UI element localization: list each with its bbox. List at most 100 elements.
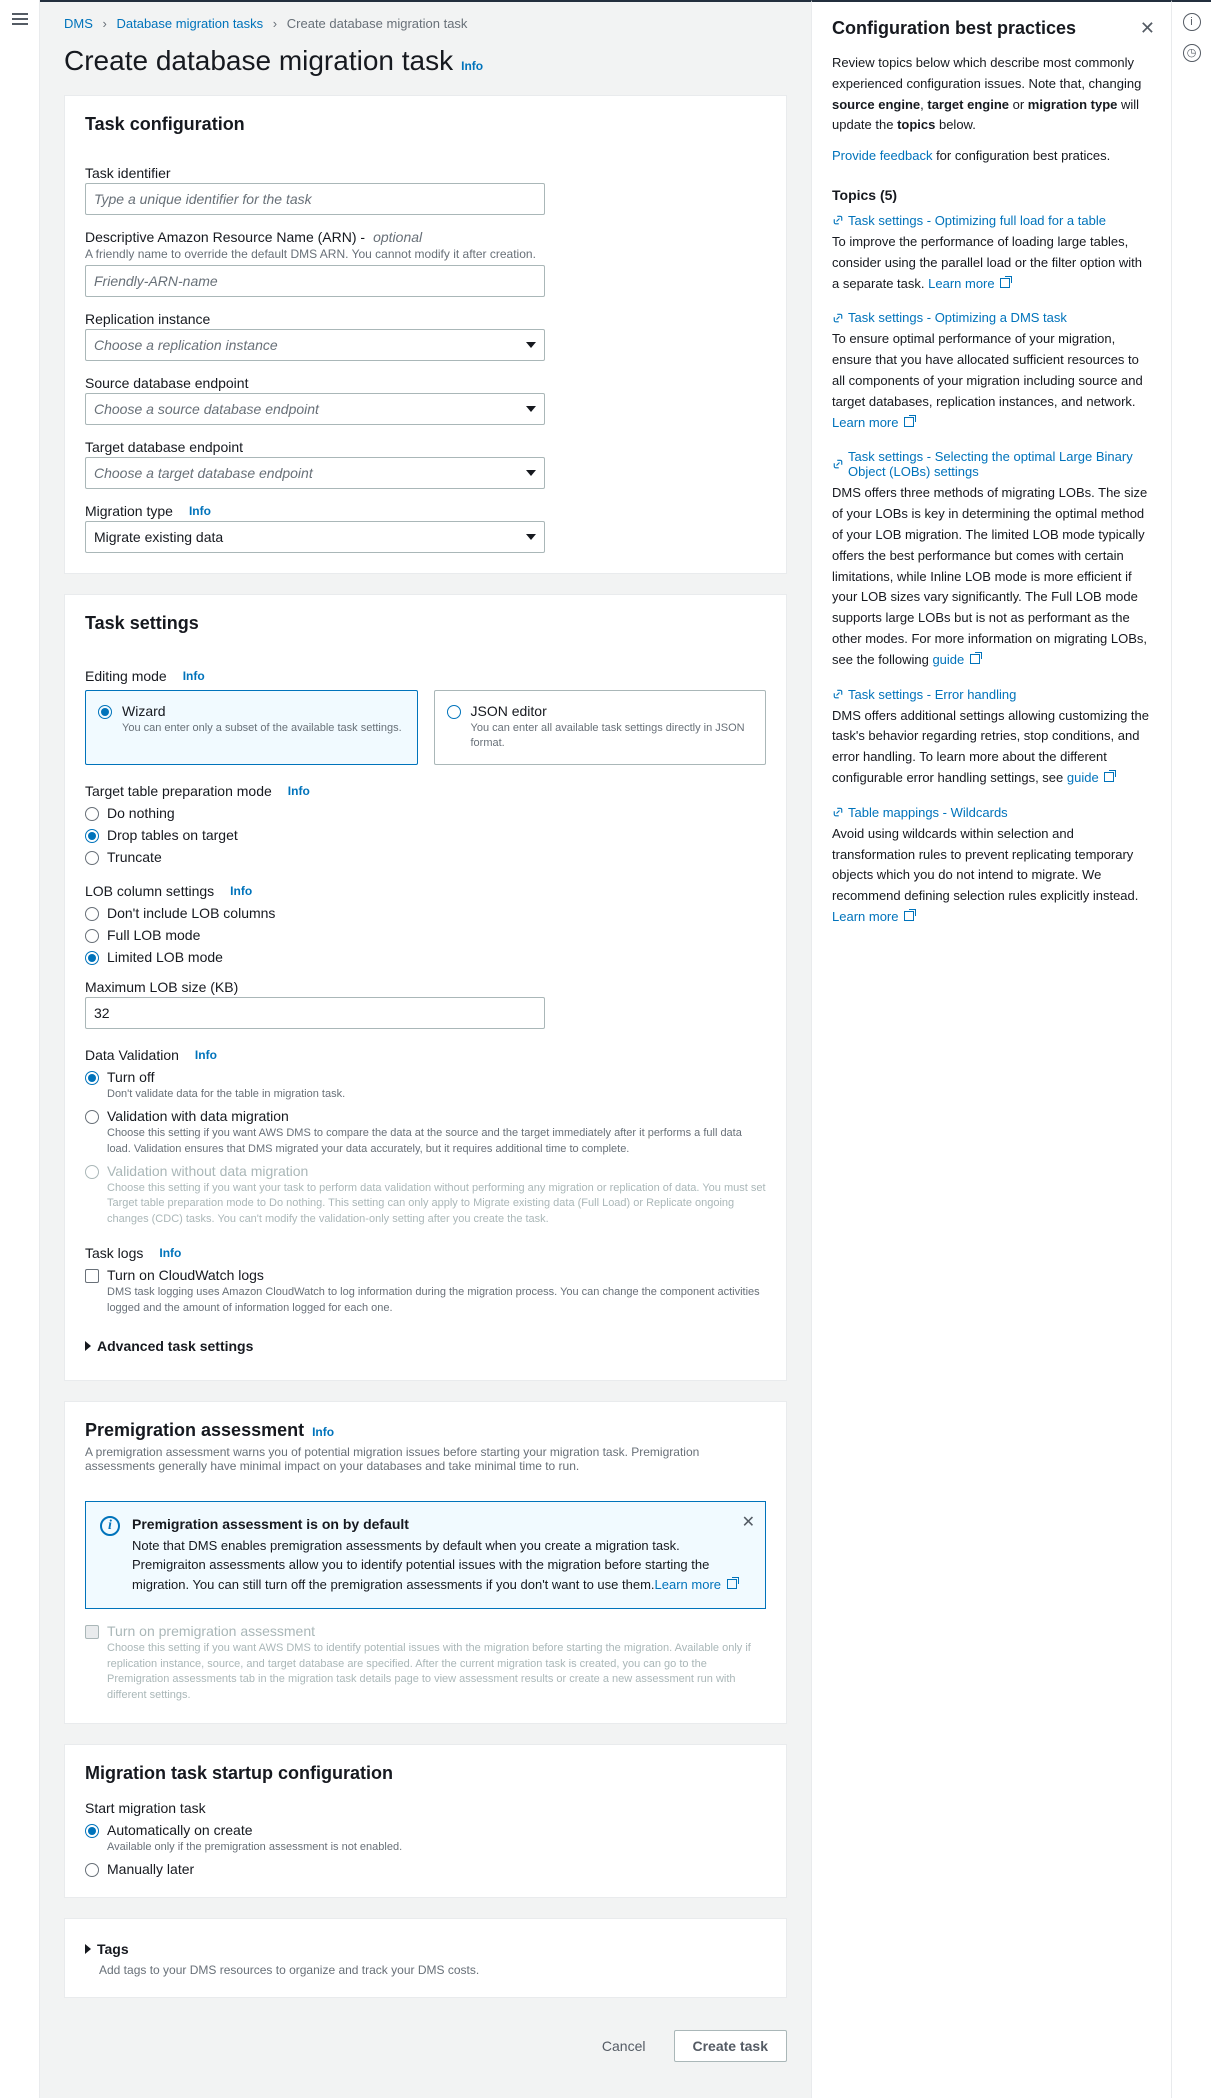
- migration-type-info[interactable]: Info: [189, 504, 211, 518]
- tile-wizard-title: Wizard: [122, 703, 403, 719]
- migration-type-label: Migration typeInfo: [85, 503, 766, 519]
- replication-instance-label: Replication instance: [85, 311, 766, 327]
- tile-wizard[interactable]: Wizard You can enter only a subset of th…: [85, 690, 418, 765]
- prep-mode-label: Target table preparation modeInfo: [85, 783, 766, 799]
- lob-settings-info[interactable]: Info: [230, 884, 252, 898]
- cancel-button[interactable]: Cancel: [584, 2030, 664, 2062]
- premigration-info[interactable]: Info: [312, 1425, 334, 1439]
- task-settings-heading: Task settings: [85, 613, 766, 634]
- panel-tags: Tags Add tags to your DMS resources to o…: [64, 1918, 787, 1998]
- task-identifier-input[interactable]: [85, 183, 545, 215]
- link-icon: [832, 688, 844, 700]
- page-title: Create database migration taskInfo: [64, 45, 787, 77]
- tags-toggle[interactable]: Tags: [85, 1935, 766, 1963]
- radio-manually-later[interactable]: Manually later: [85, 1861, 766, 1877]
- task-logs-label: Task logsInfo: [85, 1245, 766, 1261]
- lob-settings-label: LOB column settingsInfo: [85, 883, 766, 899]
- arn-desc: A friendly name to override the default …: [85, 247, 766, 261]
- max-lob-input[interactable]: [85, 997, 545, 1029]
- radio-auto-create[interactable]: Automatically on createAvailable only if…: [85, 1822, 766, 1855]
- tags-sub: Add tags to your DMS resources to organi…: [99, 1963, 766, 1977]
- help-topic-link[interactable]: Task settings - Optimizing a DMS task: [832, 310, 1151, 325]
- link-icon: [832, 458, 844, 470]
- tile-json-title: JSON editor: [471, 703, 752, 719]
- target-endpoint-label: Target database endpoint: [85, 439, 766, 455]
- external-link-icon: [904, 911, 914, 921]
- breadcrumb-tasks[interactable]: Database migration tasks: [116, 16, 263, 31]
- help-intro: Review topics below which describe most …: [832, 53, 1151, 136]
- help-topics-heading: Topics (5): [832, 187, 1151, 203]
- radio-full-lob[interactable]: Full LOB mode: [85, 927, 766, 943]
- panel-startup: Migration task startup configuration Sta…: [64, 1744, 787, 1898]
- target-endpoint-select[interactable]: Choose a target database endpoint: [85, 457, 545, 489]
- learn-more-link[interactable]: Learn more: [832, 415, 898, 430]
- radio-validation-off[interactable]: Turn offDon't validate data for the tabl…: [85, 1069, 766, 1102]
- link-icon: [832, 312, 844, 324]
- arn-label: Descriptive Amazon Resource Name (ARN) -…: [85, 229, 766, 245]
- close-icon[interactable]: ✕: [742, 1512, 755, 1532]
- radio-validation-without: Validation without data migrationChoose …: [85, 1163, 766, 1227]
- radio-truncate[interactable]: Truncate: [85, 849, 766, 865]
- radio-icon: [447, 705, 461, 719]
- premigration-sub: A premigration assessment warns you of p…: [85, 1445, 766, 1473]
- external-link-icon: [1000, 278, 1010, 288]
- radio-drop-tables[interactable]: Drop tables on target: [85, 827, 766, 843]
- start-task-label: Start migration task: [85, 1800, 766, 1816]
- help-topic-link[interactable]: Table mappings - Wildcards: [832, 805, 1151, 820]
- chevron-down-icon: [526, 470, 536, 476]
- learn-more-link[interactable]: Learn more: [832, 909, 898, 924]
- external-link-icon: [970, 654, 980, 664]
- checkbox-cloudwatch-logs[interactable]: Turn on CloudWatch logsDMS task logging …: [85, 1267, 766, 1316]
- tile-json-editor[interactable]: JSON editor You can enter all available …: [434, 690, 767, 765]
- startup-heading: Migration task startup configuration: [85, 1763, 766, 1784]
- alert-title: Premigration assessment is on by default: [132, 1516, 751, 1532]
- chevron-down-icon: [526, 534, 536, 540]
- help-topic-link[interactable]: Task settings - Error handling: [832, 687, 1151, 702]
- help-topic-body: To improve the performance of loading la…: [832, 232, 1151, 294]
- panel-premigration: Premigration assessment Info A premigrati…: [64, 1401, 787, 1724]
- advanced-settings-toggle[interactable]: Advanced task settings: [85, 1332, 766, 1360]
- source-endpoint-select[interactable]: Choose a source database endpoint: [85, 393, 545, 425]
- replication-instance-select[interactable]: Choose a replication instance: [85, 329, 545, 361]
- page-info-link[interactable]: Info: [461, 59, 483, 73]
- data-validation-info[interactable]: Info: [195, 1048, 217, 1062]
- radio-limited-lob[interactable]: Limited LOB mode: [85, 949, 766, 965]
- alert-body: Note that DMS enables premigration asses…: [132, 1536, 751, 1595]
- link-icon: [832, 806, 844, 818]
- help-topic-link[interactable]: Task settings - Selecting the optimal La…: [832, 449, 1151, 479]
- breadcrumb-current: Create database migration task: [287, 16, 468, 31]
- max-lob-label: Maximum LOB size (KB): [85, 979, 766, 995]
- provide-feedback-link[interactable]: Provide feedback: [832, 148, 932, 163]
- chevron-right-icon: [85, 1341, 91, 1351]
- migration-type-select[interactable]: Migrate existing data: [85, 521, 545, 553]
- chevron-down-icon: [526, 342, 536, 348]
- learn-more-link[interactable]: guide: [932, 652, 964, 667]
- breadcrumb-dms[interactable]: DMS: [64, 16, 93, 31]
- help-topic-link[interactable]: Task settings - Optimizing full load for…: [832, 213, 1151, 228]
- learn-more-link[interactable]: Learn more: [655, 1577, 737, 1592]
- data-validation-label: Data ValidationInfo: [85, 1047, 766, 1063]
- help-topic-body: DMS offers three methods of migrating LO…: [832, 483, 1151, 670]
- create-task-button[interactable]: Create task: [674, 2030, 788, 2062]
- prep-mode-info[interactable]: Info: [288, 784, 310, 798]
- radio-no-lob[interactable]: Don't include LOB columns: [85, 905, 766, 921]
- learn-more-link[interactable]: guide: [1067, 770, 1099, 785]
- close-icon[interactable]: ✕: [1140, 18, 1155, 39]
- editing-mode-info[interactable]: Info: [183, 669, 205, 683]
- editing-mode-label: Editing modeInfo: [85, 668, 766, 684]
- arn-input[interactable]: [85, 265, 545, 297]
- nav-toggle-icon[interactable]: [12, 10, 28, 28]
- source-endpoint-label: Source database endpoint: [85, 375, 766, 391]
- help-topic-body: DMS offers additional settings allowing …: [832, 706, 1151, 789]
- help-topic-body: To ensure optimal performance of your mi…: [832, 329, 1151, 433]
- info-icon[interactable]: i: [1183, 13, 1201, 31]
- premigration-heading: Premigration assessment: [85, 1420, 304, 1440]
- learn-more-link[interactable]: Learn more: [928, 276, 994, 291]
- radio-icon: [98, 705, 112, 719]
- radio-validation-with[interactable]: Validation with data migrationChoose thi…: [85, 1108, 766, 1157]
- radio-do-nothing[interactable]: Do nothing: [85, 805, 766, 821]
- checkbox-premigration: Turn on premigration assessmentChoose th…: [85, 1623, 766, 1703]
- task-logs-info[interactable]: Info: [159, 1246, 181, 1260]
- external-link-icon: [1104, 772, 1114, 782]
- clock-icon[interactable]: ◷: [1183, 44, 1201, 62]
